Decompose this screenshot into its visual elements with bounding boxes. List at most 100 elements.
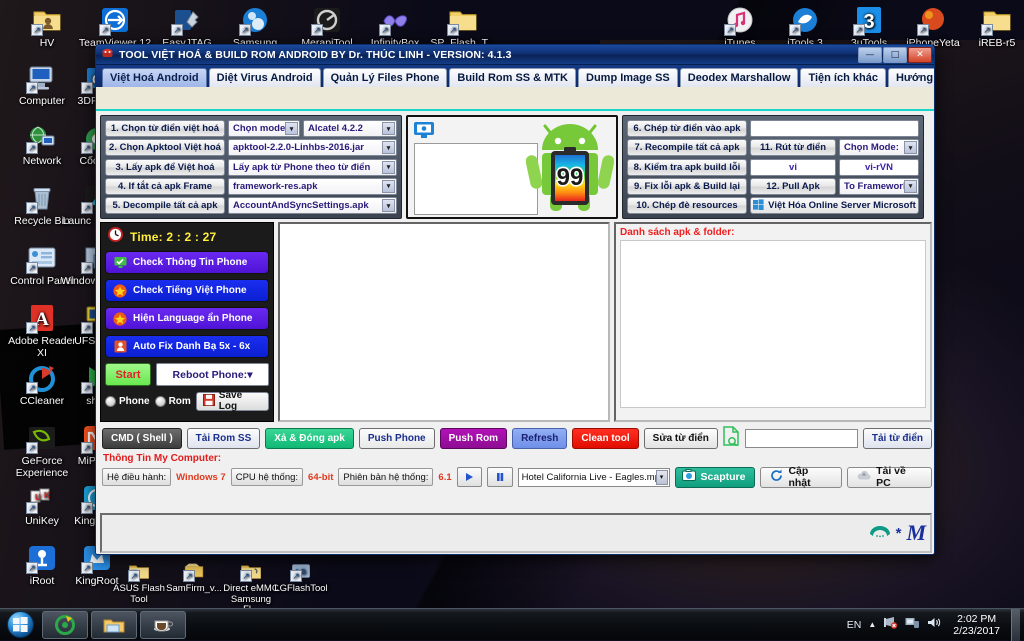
online-server-button[interactable]: Việt Hóa Online Server Microsoft bbox=[750, 197, 919, 214]
step-button-5[interactable]: 5. Decompile tất cả apk bbox=[105, 197, 225, 214]
sidebar-action-check-ti-ng-vi-t-phone[interactable]: Check Tiếng Việt Phone bbox=[105, 279, 269, 302]
tab-qu-n-l-files-phone[interactable]: Quản Lý Files Phone bbox=[322, 68, 448, 87]
track-select[interactable]: Hotel California Live - Eagles.mp3 ▾ bbox=[517, 467, 670, 487]
minimize-button[interactable]: — bbox=[858, 46, 882, 63]
tab-build-rom-ss-mtk[interactable]: Build Rom SS & MTK bbox=[449, 68, 576, 87]
reboot-phone-select[interactable]: Reboot Phone: ▾ bbox=[156, 363, 269, 386]
taskbar-item-ccleaner[interactable] bbox=[42, 610, 88, 639]
toolbar-refresh[interactable]: Refresh bbox=[512, 427, 568, 449]
svg-text:K: K bbox=[44, 491, 50, 500]
dock-item-teamviewer-12[interactable]: ↗ TeamViewer 12 bbox=[78, 4, 152, 50]
save-log-button[interactable]: Save Log bbox=[195, 390, 269, 412]
dock-item-hv[interactable]: ↗ HV bbox=[10, 4, 84, 50]
close-button[interactable]: ✕ bbox=[908, 46, 932, 63]
file-search-icon[interactable] bbox=[723, 425, 740, 451]
device-select[interactable]: Alcatel 4.2.2 ▾ bbox=[303, 120, 397, 137]
step-button-6[interactable]: 6. Chép từ điển vào apk bbox=[627, 120, 747, 137]
chevron-up-icon[interactable]: ▲ bbox=[868, 620, 876, 629]
download-pc-label: Tải về PC bbox=[876, 465, 906, 489]
desktop-icon-lgflashtool[interactable]: LG↗ LGFlashTool bbox=[272, 560, 330, 595]
clock-date: 2/23/2017 bbox=[953, 624, 1000, 637]
show-desktop-button[interactable] bbox=[1011, 608, 1020, 641]
device-select-value: Alcatel 4.2.2 bbox=[308, 123, 363, 134]
toolbar-push-rom[interactable]: Push Rom bbox=[439, 427, 508, 449]
step-select-2[interactable]: apktool-2.2.0-Linhbs-2016.jar ▾ bbox=[228, 139, 397, 157]
update-button[interactable]: Cập nhật bbox=[760, 465, 843, 489]
shortcut-arrow-icon: ↗ bbox=[81, 382, 93, 394]
sidebar-action-hi-n-language-n-phone[interactable]: Hiện Language ẩn Phone bbox=[105, 307, 269, 330]
step-select-4[interactable]: framework-res.apk ▾ bbox=[228, 177, 397, 195]
desktop-icon-asus-flash-tool[interactable]: ↗ ASUS Flash Tool bbox=[110, 560, 168, 605]
device-icon[interactable] bbox=[905, 616, 920, 634]
dock-item-ireb-r5[interactable]: ↗ iREB-r5 bbox=[960, 4, 1024, 50]
toolbar-t-i-rom-ss[interactable]: Tải Rom SS bbox=[186, 427, 261, 449]
pause-icon[interactable] bbox=[487, 467, 513, 487]
aux-button-3[interactable]: 12. Pull Apk bbox=[750, 177, 836, 195]
radio-phone[interactable]: Phone bbox=[105, 395, 150, 407]
scapture-button[interactable]: Scapture bbox=[674, 466, 756, 488]
taskbar-item-explorer[interactable] bbox=[91, 610, 137, 639]
step-row: 7. Recompile tất cả apk 11. Rút từ điển Ch… bbox=[627, 139, 919, 157]
dictionary-path-input[interactable] bbox=[744, 428, 858, 448]
windows-start-orb[interactable] bbox=[1, 610, 39, 640]
shortcut-arrow-icon: ↗ bbox=[26, 142, 38, 154]
step-button-9[interactable]: 9. Fix lỗi apk & Build lại bbox=[627, 177, 747, 195]
toolbar-cmd-shell[interactable]: CMD ( Shell ) bbox=[102, 427, 182, 449]
volume-icon[interactable] bbox=[927, 616, 942, 634]
toolbar-push-phone[interactable]: Push Phone bbox=[358, 427, 435, 449]
log-output-pane[interactable] bbox=[278, 222, 610, 422]
locale-field-vi[interactable]: vi bbox=[750, 158, 836, 176]
start-button[interactable]: Start bbox=[105, 363, 151, 386]
aux-button-1[interactable]: 11. Rút từ điển bbox=[750, 139, 836, 157]
dock-item-3utools[interactable]: 3 ↗ 3uTools bbox=[832, 4, 906, 50]
taskbar-clock[interactable]: 2:02 PM 2/23/2017 bbox=[949, 613, 1004, 637]
toolbar-x-ng-apk[interactable]: Xả & Đóng apk bbox=[265, 427, 354, 449]
tab-deodex-marshallow[interactable]: Deodex Marshallow bbox=[679, 68, 799, 87]
step-button-7[interactable]: 7. Recompile tất cả apk bbox=[627, 139, 747, 157]
toolbar-clean-tool[interactable]: Clean tool bbox=[572, 427, 639, 449]
dock-item-sp-flash-t[interactable]: ↗ SP_Flash_T... bbox=[426, 4, 500, 50]
step-button-3[interactable]: 3. Lấy apk để Việt hoá bbox=[105, 158, 225, 176]
tab-vi-t-ho-android[interactable]: Việt Hoá Android bbox=[102, 68, 207, 87]
mode-select[interactable]: Chọn mode ▾ bbox=[228, 120, 300, 137]
tab-h-ng-d-n-s-d-ng[interactable]: Hướng dẫn sử dụng bbox=[887, 68, 934, 87]
dictionary-path-field[interactable] bbox=[750, 120, 919, 137]
dock-item-merapitool[interactable]: ↗ MerapiTool bbox=[290, 4, 364, 50]
step-button-4[interactable]: 4. If tắt cả apk Frame bbox=[105, 177, 225, 195]
sidebar-action-auto-fix-danh-b-5x-6x[interactable]: Auto Fix Danh Bạ 5x - 6x bbox=[105, 335, 269, 358]
maximize-button[interactable]: □ bbox=[883, 46, 907, 63]
dock-item-itunes[interactable]: ↗ iTunes bbox=[703, 4, 777, 50]
dock-item-samsung[interactable]: ↗ Samsung bbox=[218, 4, 292, 50]
merapitool-icon: ↗ bbox=[311, 4, 343, 36]
download-dictionary-button[interactable]: Tải từ điển bbox=[862, 427, 932, 449]
sidebar-action-check-th-ng-tin-phone[interactable]: Check Thông Tin Phone bbox=[105, 251, 269, 274]
step-select-value: Lấy apk từ Phone theo từ điển bbox=[233, 161, 371, 173]
step-button-1[interactable]: 1. Chọn từ điển việt hoá bbox=[105, 120, 225, 137]
network-error-icon[interactable] bbox=[883, 616, 898, 634]
play-icon[interactable] bbox=[456, 467, 483, 487]
step-select-3[interactable]: Lấy apk từ Phone theo từ điển ▾ bbox=[228, 158, 397, 176]
dock-item-iphoneyeta[interactable]: ↗ iPhoneYeta bbox=[896, 4, 970, 50]
aux-select-3[interactable]: To Framework ▾ bbox=[839, 177, 919, 195]
step-select-5[interactable]: AccountAndSyncSettings.apk ▾ bbox=[228, 197, 397, 214]
step-button-8[interactable]: 8. Kiểm tra apk build lỗi bbox=[627, 158, 747, 176]
apk-list-box[interactable] bbox=[620, 240, 926, 408]
tab-dump-image-ss[interactable]: Dump Image SS bbox=[578, 68, 678, 87]
windows-logo-icon bbox=[6, 611, 34, 638]
download-pc-button[interactable]: Tải về PC bbox=[847, 465, 932, 489]
toolbar-s-a-t-i-n[interactable]: Sửa từ điển bbox=[643, 427, 718, 449]
tab-ti-n-ch-kh-c[interactable]: Tiện ích khác bbox=[800, 68, 886, 87]
radio-rom[interactable]: Rom bbox=[154, 395, 191, 407]
step-button-2[interactable]: 2. Chọn Apktool Việt hoá bbox=[105, 139, 225, 157]
dock-item-easyjtag[interactable]: ↗ EasyJTAG bbox=[150, 4, 224, 50]
taskbar-item-java[interactable] bbox=[140, 610, 186, 639]
tab-di-t-virus-android[interactable]: Diệt Virus Android bbox=[208, 68, 321, 87]
dock-item-itools-3[interactable]: ↗ iTools 3 bbox=[768, 4, 842, 50]
locale-field-vi-rvn[interactable]: vi-rVN bbox=[839, 158, 919, 176]
monitor-icon[interactable] bbox=[413, 121, 435, 139]
aux-select-1[interactable]: Chọn Mode: ▾ bbox=[839, 139, 919, 157]
desktop-icon-samfirm-v[interactable]: ↗ SamFirm_v... bbox=[165, 560, 223, 595]
dock-item-infinitybox[interactable]: ↗ InfinityBox bbox=[358, 4, 432, 50]
step-button-10[interactable]: 10. Chép đè resources bbox=[627, 197, 747, 214]
language-indicator[interactable]: EN bbox=[847, 619, 862, 631]
